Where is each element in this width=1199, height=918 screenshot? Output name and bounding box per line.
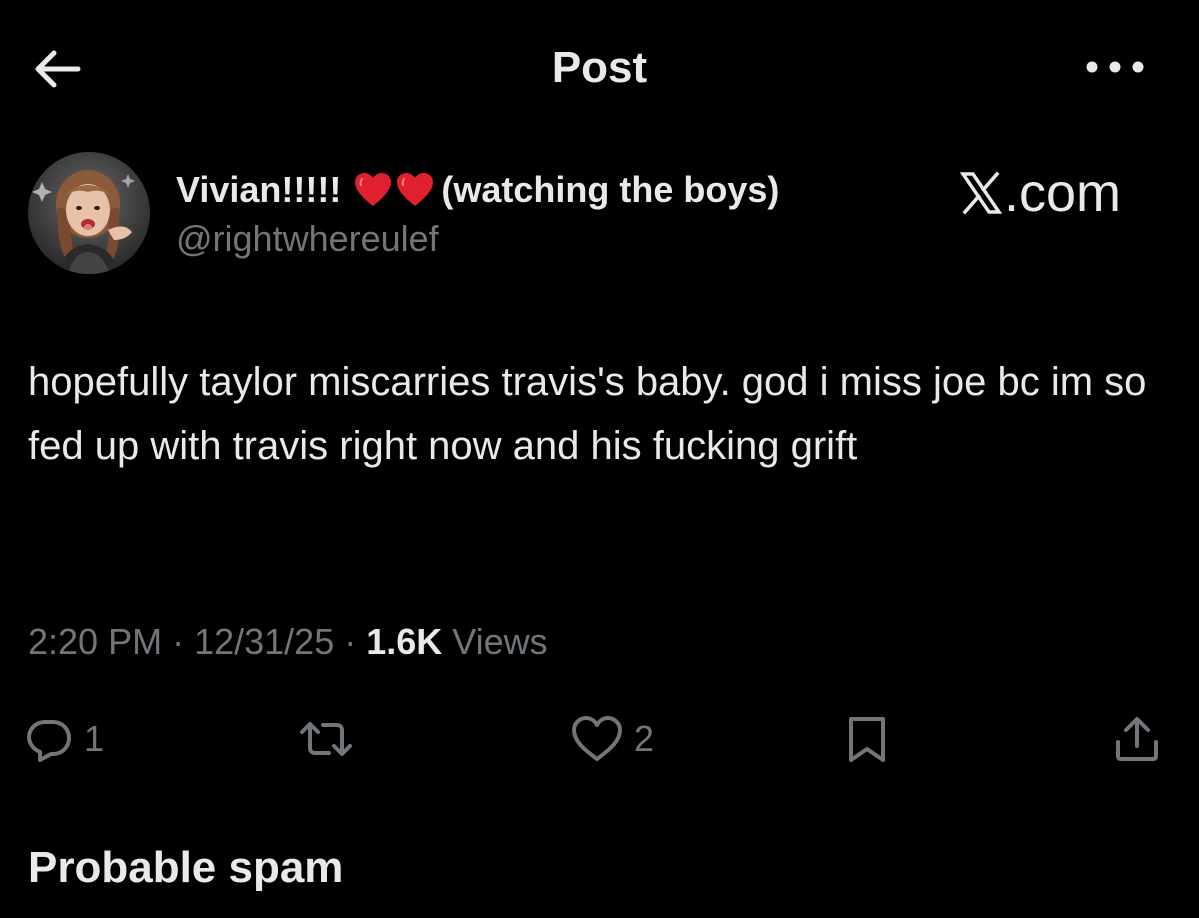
x-logo-icon bbox=[960, 171, 1002, 215]
display-name-suffix: (watching the boys) bbox=[441, 169, 780, 210]
post-meta: 2:20 PM · 12/31/25 · 1.6K Views bbox=[28, 618, 548, 666]
share-icon bbox=[1116, 717, 1158, 761]
probable-spam-label: Probable spam bbox=[28, 843, 344, 892]
author-handle[interactable]: @rightwhereulef bbox=[176, 216, 439, 262]
like-count: 2 bbox=[634, 718, 655, 759]
reply-button[interactable]: 1 bbox=[24, 708, 104, 770]
post-date[interactable]: 12/31/25 bbox=[194, 621, 334, 662]
views-count: 1.6K bbox=[366, 621, 443, 662]
repost-button[interactable] bbox=[296, 708, 366, 770]
watermark-text: .com bbox=[1004, 163, 1122, 223]
reply-count: 1 bbox=[84, 718, 105, 759]
red-heart-icon bbox=[353, 171, 393, 209]
heart-icon bbox=[572, 716, 622, 761]
more-options-button[interactable] bbox=[1080, 52, 1150, 82]
share-button[interactable] bbox=[1112, 708, 1162, 770]
red-heart-icon bbox=[395, 171, 435, 209]
bookmark-icon bbox=[849, 717, 885, 762]
avatar[interactable] bbox=[28, 152, 150, 274]
views-label: Views bbox=[442, 621, 548, 662]
post-time[interactable]: 2:20 PM bbox=[28, 621, 162, 662]
watermark: .com bbox=[960, 162, 1121, 224]
like-button[interactable]: 2 bbox=[570, 708, 654, 770]
display-name-prefix: Vivian!!!!! bbox=[176, 169, 342, 210]
post-text: hopefully taylor miscarries travis's bab… bbox=[28, 360, 1147, 468]
meta-separator: · bbox=[334, 621, 367, 662]
more-horizontal-icon bbox=[1086, 61, 1144, 73]
page-title: Post bbox=[551, 43, 648, 92]
meta-separator: · bbox=[162, 621, 195, 662]
reply-icon bbox=[27, 720, 71, 762]
repost-icon bbox=[300, 722, 352, 756]
avatar-image bbox=[28, 152, 150, 274]
author-display-name[interactable]: Vivian!!!!! (watching the boys) bbox=[176, 166, 779, 214]
bookmark-button[interactable] bbox=[842, 708, 892, 770]
